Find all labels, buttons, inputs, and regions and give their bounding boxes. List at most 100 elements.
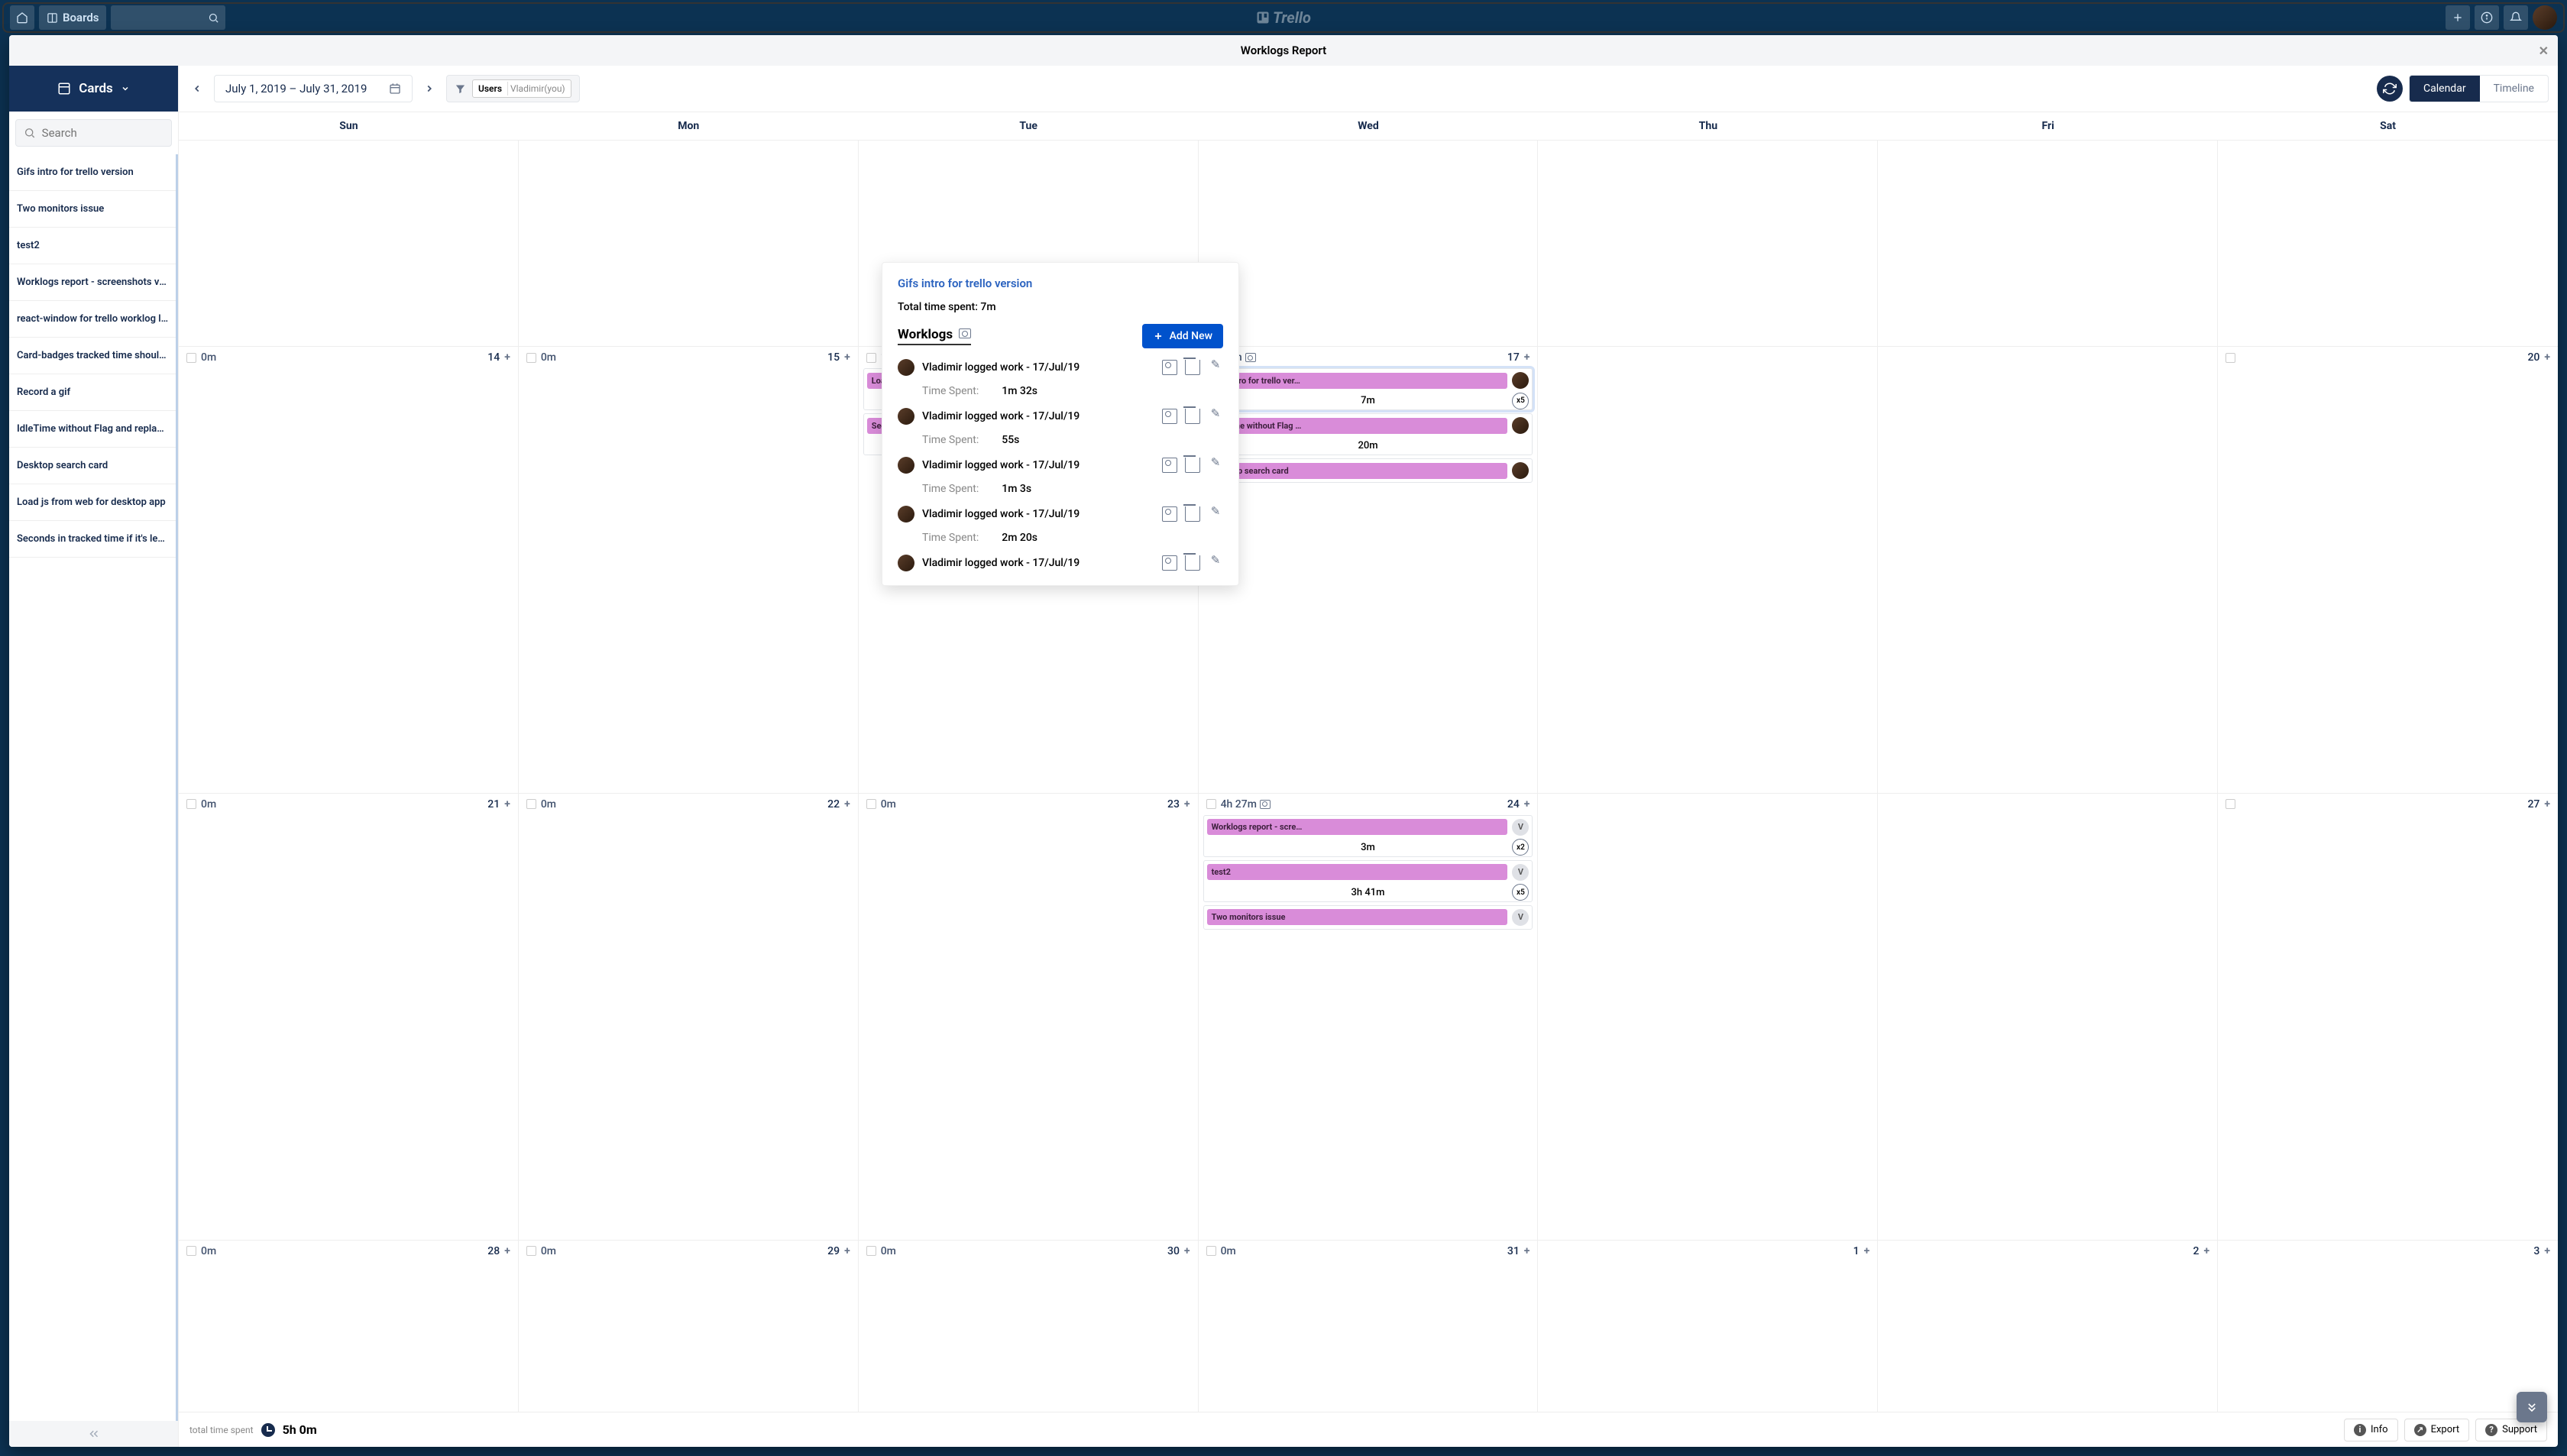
day-checkbox[interactable] (526, 1246, 536, 1256)
sidebar-card-item[interactable]: test2 (9, 228, 176, 264)
calendar-day[interactable]: 4h 27m24+Worklogs report - scre…V3mx2tes… (1199, 794, 1539, 1240)
calendar-day[interactable] (1538, 794, 1878, 1240)
calendar-day[interactable]: 0m14+ (179, 347, 519, 793)
add-worklog-icon[interactable]: + (504, 798, 510, 811)
sidebar-card-item[interactable]: Seconds in tracked time if it's less t… (9, 521, 176, 558)
calendar-day[interactable] (1878, 794, 2218, 1240)
day-checkbox[interactable] (526, 799, 536, 809)
calendar-day[interactable]: 20+ (2218, 347, 2558, 793)
calendar-day[interactable]: 3+ (2218, 1241, 2558, 1412)
add-worklog-icon[interactable]: + (2544, 798, 2550, 811)
sidebar-card-item[interactable]: Record a gif (9, 374, 176, 411)
calendar-day[interactable]: 27+ (2218, 794, 2558, 1240)
calendar-day[interactable]: 2+ (1878, 1241, 2218, 1412)
delete-icon[interactable] (1185, 555, 1200, 571)
calendar-day[interactable]: 0m29+ (519, 1241, 859, 1412)
day-checkbox[interactable] (2225, 353, 2235, 363)
calendar-day[interactable] (1878, 347, 2218, 793)
add-worklog-icon[interactable]: + (1524, 1245, 1530, 1257)
calendar-day[interactable]: 0m30+ (859, 1241, 1199, 1412)
screenshot-icon[interactable] (1162, 360, 1177, 375)
screenshot-icon[interactable] (1162, 506, 1177, 522)
calendar-day[interactable]: 0m28+ (179, 1241, 519, 1412)
calendar-day[interactable]: 1+ (1538, 1241, 1878, 1412)
add-worklog-icon[interactable]: + (1184, 798, 1190, 811)
screenshot-icon[interactable] (1162, 409, 1177, 424)
add-new-button[interactable]: Add New (1142, 324, 1223, 348)
add-worklog-icon[interactable]: + (1184, 1245, 1190, 1257)
calendar-day[interactable]: 0m23+ (859, 794, 1199, 1240)
calendar-task[interactable]: Gifs intro for trello ver…7mx5 (1203, 368, 1533, 410)
timeline-view-button[interactable]: Timeline (2480, 76, 2548, 102)
day-checkbox[interactable] (2225, 799, 2235, 809)
sync-button[interactable] (2377, 76, 2403, 102)
add-worklog-icon[interactable]: + (2544, 351, 2550, 364)
calendar-task[interactable]: test2V3h 41mx5 (1203, 860, 1533, 902)
calendar-day[interactable]: 0m31+ (1199, 1241, 1539, 1412)
export-button[interactable]: ↗Export (2404, 1419, 2470, 1441)
add-worklog-icon[interactable]: + (844, 798, 850, 811)
edit-icon[interactable] (1208, 360, 1223, 375)
home-button[interactable] (10, 5, 34, 30)
global-search[interactable] (111, 5, 225, 30)
info-button-footer[interactable]: iInfo (2344, 1419, 2398, 1441)
calendar-day[interactable]: 0m22+ (519, 794, 859, 1240)
day-checkbox[interactable] (186, 1246, 196, 1256)
edit-icon[interactable] (1208, 458, 1223, 473)
sidebar-card-item[interactable]: Load js from web for desktop app (9, 484, 176, 521)
close-icon[interactable]: ✕ (2539, 44, 2549, 58)
day-checkbox[interactable] (866, 1246, 876, 1256)
next-period-button[interactable] (420, 79, 439, 98)
delete-icon[interactable] (1185, 360, 1200, 375)
prev-period-button[interactable] (188, 79, 206, 98)
add-worklog-icon[interactable]: + (2544, 1245, 2550, 1257)
day-checkbox[interactable] (1206, 1246, 1216, 1256)
calendar-task[interactable]: IdleTime without Flag …20m (1203, 413, 1533, 455)
delete-icon[interactable] (1185, 506, 1200, 522)
calendar-task[interactable]: Worklogs report - scre…V3mx2 (1203, 815, 1533, 857)
edit-icon[interactable] (1208, 506, 1223, 522)
day-checkbox[interactable] (866, 353, 876, 363)
cards-header[interactable]: Cards (9, 66, 178, 112)
scroll-down-button[interactable] (2517, 1392, 2547, 1422)
day-checkbox[interactable] (526, 353, 536, 363)
day-checkbox[interactable] (1206, 799, 1216, 809)
sidebar-card-item[interactable]: Desktop search card (9, 448, 176, 484)
add-worklog-icon[interactable]: + (504, 351, 510, 364)
add-worklog-icon[interactable]: + (1524, 798, 1530, 811)
search-input[interactable] (42, 126, 163, 140)
user-avatar[interactable] (2533, 5, 2557, 30)
add-worklog-icon[interactable]: + (1524, 351, 1530, 364)
add-worklog-icon[interactable]: + (1864, 1245, 1870, 1257)
calendar-day[interactable] (1538, 347, 1878, 793)
calendar-task[interactable]: Two monitors issueV (1203, 905, 1533, 930)
sidebar-card-item[interactable]: Two monitors issue (9, 191, 176, 228)
add-worklog-icon[interactable]: + (2204, 1245, 2210, 1257)
screenshot-icon[interactable] (1162, 458, 1177, 473)
notifications-button[interactable] (2504, 5, 2528, 30)
delete-icon[interactable] (1185, 458, 1200, 473)
edit-icon[interactable] (1208, 409, 1223, 424)
calendar-day[interactable]: 0m21+ (179, 794, 519, 1240)
filter-chip-users[interactable]: Users Vladimir(you) (472, 79, 571, 98)
screenshot-icon[interactable] (1162, 555, 1177, 571)
boards-button[interactable]: Boards (39, 5, 106, 30)
day-checkbox[interactable] (186, 799, 196, 809)
sidebar-card-item[interactable]: react-window for trello worklog lists (9, 301, 176, 338)
sidebar-card-item[interactable]: Gifs intro for trello version (9, 154, 176, 191)
calendar-task[interactable]: Desktop search card (1203, 458, 1533, 483)
add-worklog-icon[interactable]: + (504, 1245, 510, 1257)
add-worklog-icon[interactable]: + (844, 351, 850, 364)
info-button[interactable] (2475, 5, 2499, 30)
add-worklog-icon[interactable]: + (844, 1245, 850, 1257)
add-button[interactable] (2446, 5, 2470, 30)
sidebar-card-item[interactable]: Card-badges tracked time should b… (9, 338, 176, 374)
delete-icon[interactable] (1185, 409, 1200, 424)
sidebar-card-item[interactable]: IdleTime without Flag and replace m… (9, 411, 176, 448)
sidebar-card-item[interactable]: Worklogs report - screenshots view… (9, 264, 176, 301)
filter-bar[interactable]: Users Vladimir(you) (446, 75, 580, 102)
sidebar-search[interactable] (15, 119, 172, 147)
calendar-view-button[interactable]: Calendar (2410, 76, 2480, 102)
day-checkbox[interactable] (186, 353, 196, 363)
date-range-picker[interactable]: July 1, 2019 – July 31, 2019 (214, 75, 413, 102)
